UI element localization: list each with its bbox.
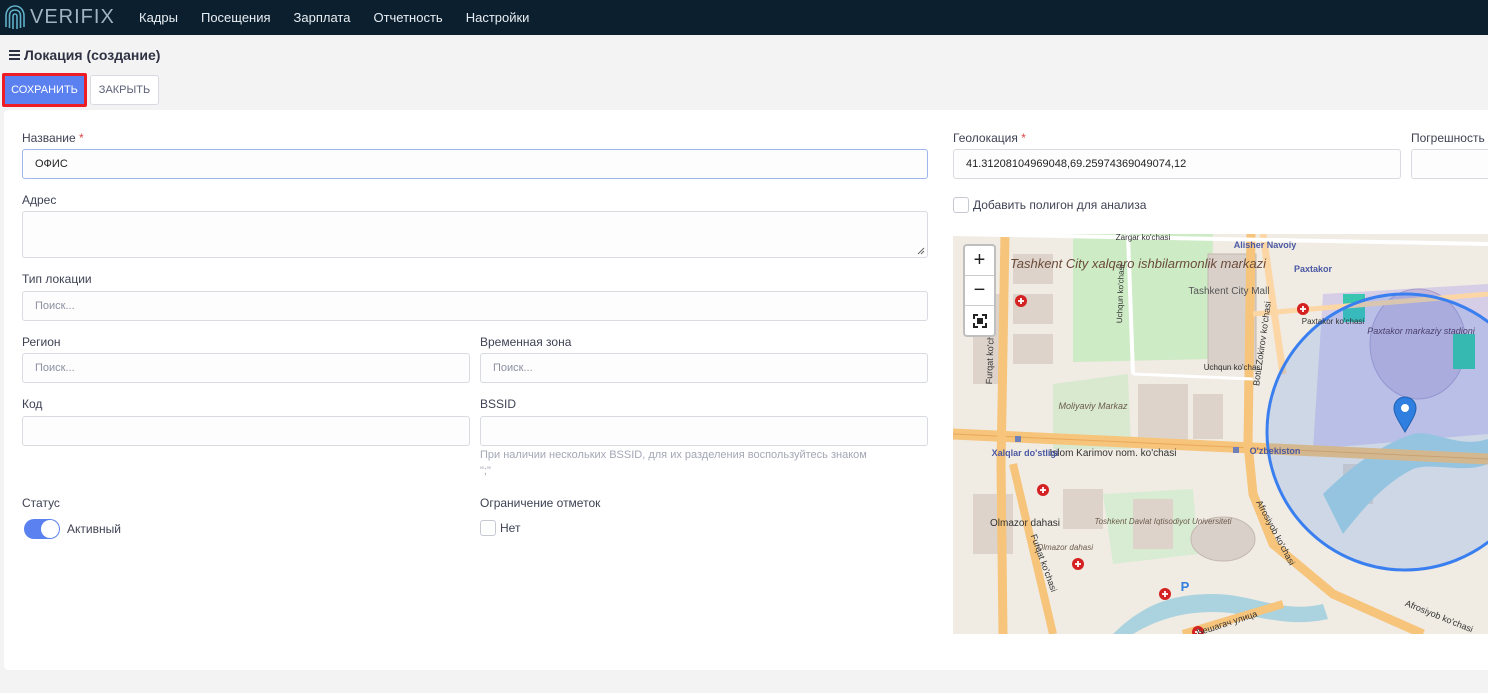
metro-xalqlar-icon	[1015, 436, 1021, 442]
hospital-icon	[1037, 484, 1049, 496]
map-label-moliyaviy: Moliyaviy Markaz	[1058, 401, 1128, 411]
geo-label-text: Геолокация	[953, 131, 1018, 145]
location-type-label: Тип локации	[22, 272, 92, 286]
road-furqat	[996, 234, 1010, 634]
polygon-label: Добавить полигон для анализа	[973, 198, 1147, 212]
name-input[interactable]: ОФИС	[22, 149, 928, 179]
bssid-hint-line-2: ";"	[480, 465, 491, 477]
map-label-tdiu: Toshkent Davlat Iqtisodiyot Universiteti	[1094, 517, 1231, 526]
status-toggle[interactable]	[24, 519, 60, 539]
hospital-icon	[1072, 558, 1084, 570]
map-label-paxtakor-street: Paxtakor ko'chasi	[1302, 317, 1365, 326]
map-zoom-control: + −	[963, 244, 996, 337]
zoom-in-button[interactable]: +	[965, 246, 994, 275]
hospital-icon	[1015, 295, 1027, 307]
fullscreen-icon	[972, 313, 987, 328]
geo-label: Геолокация *	[953, 131, 1026, 145]
bssid-input[interactable]	[480, 416, 928, 446]
building	[1013, 334, 1053, 364]
region-placeholder: Поиск...	[35, 362, 75, 374]
status-label: Статус	[22, 496, 60, 510]
map-view[interactable]: Tashkent City xalqaro ishbilarmonlik mar…	[953, 234, 1488, 634]
geo-input-value: 41.31208104969048,69.25974369049074,12	[966, 158, 1187, 170]
zoom-out-button[interactable]: −	[965, 276, 994, 305]
parking-icon: P	[1181, 579, 1190, 594]
address-textarea[interactable]	[22, 211, 928, 258]
park-area	[1073, 234, 1213, 362]
bssid-hint: При наличии нескольких BSSID, для их раз…	[480, 447, 930, 479]
limit-value: Нет	[500, 521, 521, 535]
building	[1138, 384, 1188, 444]
region-select[interactable]: Поиск...	[22, 353, 470, 383]
name-label: Название *	[22, 131, 84, 145]
map-label-stadium: Paxtakor markaziy stadioni	[1367, 326, 1476, 336]
name-label-text: Название	[22, 131, 76, 145]
map-label-xalqlar: Xalqlar do'stligi	[992, 448, 1059, 458]
location-type-select[interactable]: Поиск...	[22, 291, 928, 321]
toggle-knob	[41, 520, 59, 538]
name-input-value: ОФИС	[35, 158, 68, 170]
limit-label: Ограничение отметок	[480, 496, 601, 510]
timezone-label: Временная зона	[480, 335, 572, 349]
geo-input[interactable]: 41.31208104969048,69.25974369049074,12	[953, 149, 1401, 179]
hospital-icon	[1297, 303, 1309, 315]
building	[1193, 394, 1223, 439]
bssid-label: BSSID	[480, 397, 517, 411]
map-label-uzbekiston: O'zbekiston	[1250, 446, 1301, 456]
timezone-placeholder: Поиск...	[493, 362, 533, 374]
map-label-mall: Tashkent City Mall	[1188, 286, 1269, 297]
map-tiles[interactable]: Tashkent City xalqaro ishbilarmonlik mar…	[953, 234, 1488, 634]
fullscreen-button[interactable]	[965, 306, 994, 335]
map-label-islom: Islom Karimov nom. ko'chasi	[1050, 448, 1177, 459]
map-label-zargar: Zargar ko'chasi	[1116, 234, 1171, 242]
code-input[interactable]	[22, 416, 470, 446]
map-label-paxtakor: Paxtakor	[1294, 264, 1333, 274]
accuracy-input[interactable]	[1411, 149, 1488, 179]
hospital-icon	[1159, 588, 1171, 600]
code-label: Код	[22, 397, 43, 411]
polygon-checkbox[interactable]	[953, 197, 969, 213]
accuracy-label: Погрешность	[1411, 131, 1485, 145]
map-label-uchqun-2: Uchqun ko'chasi	[1204, 363, 1263, 372]
map-label-olmazor: Olmazor dahasi	[990, 518, 1060, 529]
bssid-hint-line-1: При наличии нескольких BSSID, для их раз…	[480, 449, 867, 461]
status-value: Активный	[67, 522, 121, 536]
metro-uzbekiston-icon	[1233, 447, 1239, 453]
geo-required-mark: *	[1021, 131, 1026, 145]
location-type-placeholder: Поиск...	[35, 300, 75, 312]
resize-grip-icon[interactable]	[917, 247, 925, 255]
timezone-select[interactable]: Поиск...	[480, 353, 928, 383]
region-label: Регион	[22, 335, 61, 349]
map-label-park: Tashkent City xalqaro ishbilarmonlik mar…	[1010, 256, 1267, 271]
address-label: Адрес	[22, 193, 57, 207]
required-mark: *	[78, 131, 84, 145]
limit-checkbox[interactable]	[480, 520, 496, 536]
map-label-alisher: Alisher Navoiy	[1234, 240, 1297, 250]
